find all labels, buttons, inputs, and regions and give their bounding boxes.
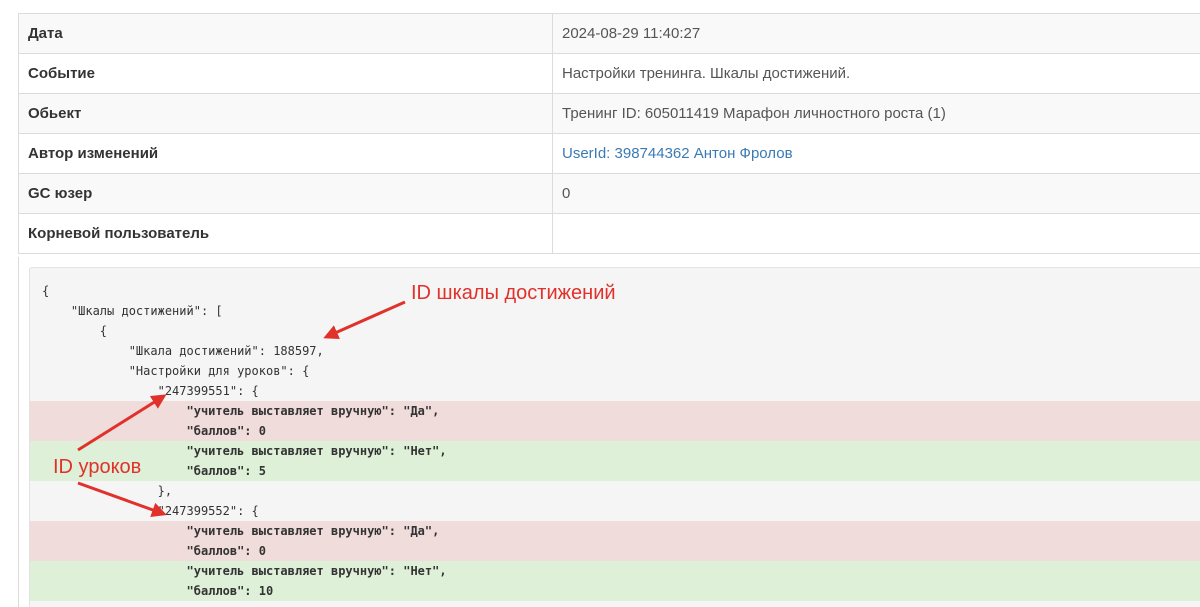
table-row: Корневой пользователь	[18, 213, 1200, 254]
gc-user-label: GC юзер	[18, 173, 553, 214]
code-line: "Шкала достижений": 188597,	[30, 341, 1200, 361]
lesson-ids-annotation: ID уроков	[53, 456, 142, 478]
code-line-text: "Шкала достижений": 188597,	[42, 344, 324, 358]
code-line: },	[30, 481, 1200, 501]
removed-line: "баллов": 0	[30, 421, 1200, 441]
author-label: Автор изменений	[18, 133, 553, 174]
event-label: Событие	[18, 53, 553, 94]
code-line-text: "учитель выставляет вручную": "Да",	[42, 524, 440, 538]
code-line-text: "баллов": 0	[42, 544, 266, 558]
object-label: Обьект	[18, 93, 553, 134]
table-row: GC юзер 0	[18, 173, 1200, 214]
root-user-value	[552, 213, 1200, 254]
code-line-text: "Настройки для уроков": {	[42, 364, 310, 378]
code-line-text: {	[42, 324, 108, 338]
object-value: Тренинг ID: 605011419 Марафон личностног…	[552, 93, 1200, 134]
author-link[interactable]: UserId: 398744362 Антон Фролов	[562, 145, 793, 162]
author-value: UserId: 398744362 Антон Фролов	[552, 133, 1200, 174]
removed-line: "баллов": 0	[30, 541, 1200, 561]
code-line: "Настройки для уроков": {	[30, 361, 1200, 381]
code-line: "247399552": {	[30, 501, 1200, 521]
added-line: "баллов": 5	[30, 461, 1200, 481]
gc-user-value: 0	[552, 173, 1200, 214]
code-line-text: "Шкалы достижений": [	[42, 304, 223, 318]
code-line-text: "учитель выставляет вручную": "Нет",	[42, 564, 447, 578]
audit-log-page: Дата 2024-08-29 11:40:27 Событие Настрой…	[0, 0, 1200, 607]
date-label: Дата	[18, 13, 553, 54]
table-row: Событие Настройки тренинга. Шкалы достиж…	[18, 53, 1200, 94]
date-value: 2024-08-29 11:40:27	[552, 13, 1200, 54]
added-line: "баллов": 10	[30, 581, 1200, 601]
scale-id-annotation: ID шкалы достижений	[411, 282, 616, 304]
code-section: { "Шкалы достижений": [ { "Шкала достиже…	[18, 257, 1200, 607]
code-line: "247399551": {	[30, 381, 1200, 401]
event-value: Настройки тренинга. Шкалы достижений.	[552, 53, 1200, 94]
table-row: Обьект Тренинг ID: 605011419 Марафон лич…	[18, 93, 1200, 134]
code-line: {	[30, 321, 1200, 341]
code-line-text: },	[42, 484, 173, 498]
change-details-table: Дата 2024-08-29 11:40:27 Событие Настрой…	[18, 13, 1200, 254]
table-row: Дата 2024-08-29 11:40:27	[18, 13, 1200, 54]
added-line: "учитель выставляет вручную": "Нет",	[30, 561, 1200, 581]
removed-line: "учитель выставляет вручную": "Да",	[30, 401, 1200, 421]
added-line: "учитель выставляет вручную": "Нет",	[30, 441, 1200, 461]
code-line-text: "баллов": 0	[42, 424, 266, 438]
code-line-text: "учитель выставляет вручную": "Да",	[42, 404, 440, 418]
table-row: Автор изменений UserId: 398744362 Антон …	[18, 133, 1200, 174]
code-line-text: "баллов": 10	[42, 584, 274, 598]
code-line-text: {	[42, 284, 50, 298]
root-user-label: Корневой пользователь	[18, 213, 553, 254]
removed-line: "учитель выставляет вручную": "Да",	[30, 521, 1200, 541]
json-diff-block: { "Шкалы достижений": [ { "Шкала достиже…	[29, 267, 1200, 607]
code-line-text: "247399552": {	[42, 504, 259, 518]
code-line-text: "247399551": {	[42, 384, 259, 398]
